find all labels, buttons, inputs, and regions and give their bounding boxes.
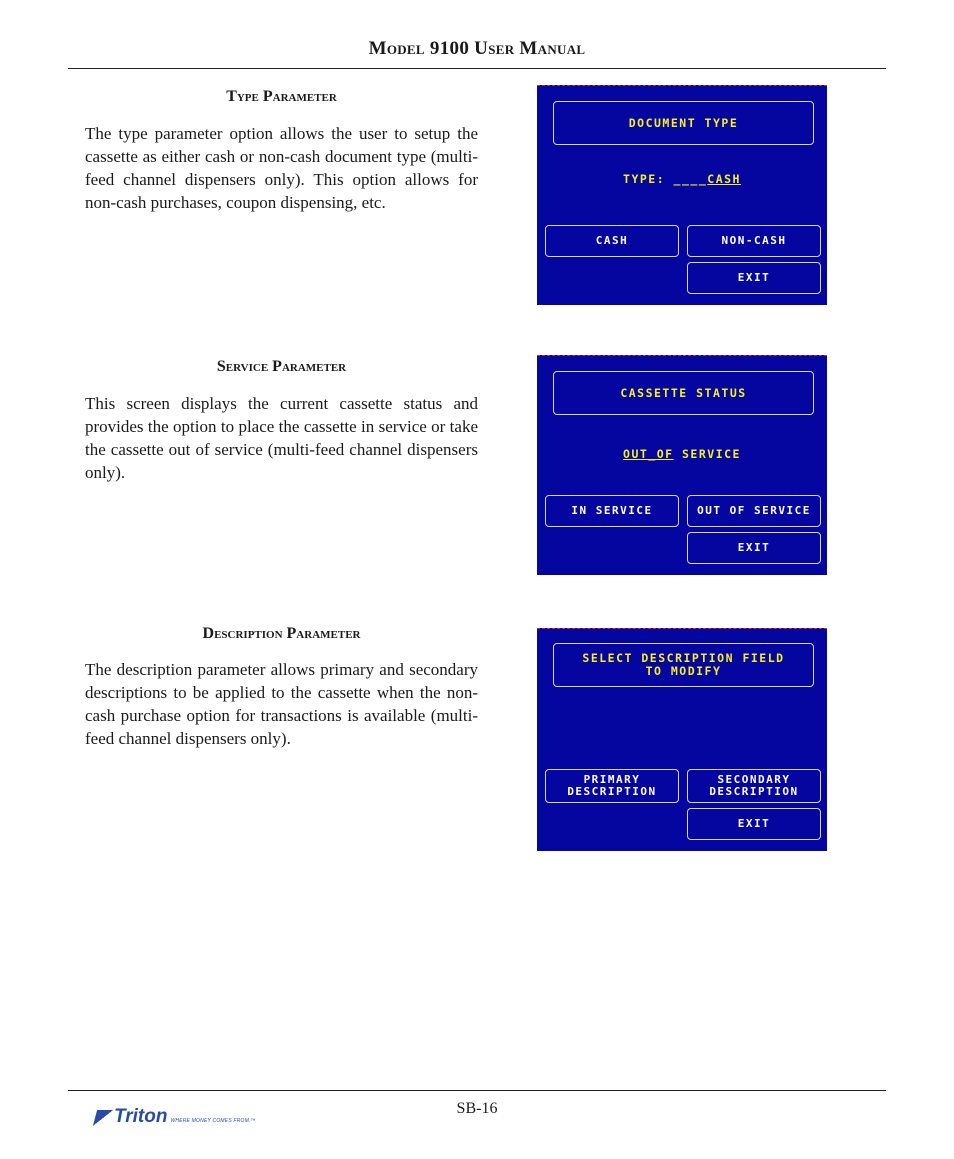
- current-status-readout: OUT_OF SERVICE: [623, 447, 741, 461]
- secondary-description-button[interactable]: SECONDARY DESCRIPTION: [687, 769, 821, 803]
- header-divider: [68, 68, 886, 69]
- atm-screen-cassette-status: CASSETTE STATUS OUT_OF SERVICE IN SERVIC…: [537, 355, 827, 575]
- in-service-button[interactable]: IN SERVICE: [545, 495, 679, 527]
- triton-logo-icon: [92, 1110, 114, 1126]
- logo-tagline: WHERE MONEY COMES FROM.™: [170, 1118, 256, 1124]
- exit-button[interactable]: EXIT: [687, 808, 821, 840]
- out-of-service-button[interactable]: OUT OF SERVICE: [687, 495, 821, 527]
- section-heading-type: Type Parameter: [226, 88, 337, 105]
- footer-divider: [68, 1090, 886, 1091]
- section-body-description: The description parameter allows primary…: [85, 660, 478, 748]
- atm-screen-document-type: DOCUMENT TYPE TYPE: ____CASH CASH NON-CA…: [537, 85, 827, 305]
- section-heading-description: Description Parameter: [202, 625, 361, 642]
- section-heading-service: Service Parameter: [216, 358, 347, 375]
- cash-button[interactable]: CASH: [545, 225, 679, 257]
- atm-screen-select-description: SELECT DESCRIPTION FIELD TO MODIFY PRIMA…: [537, 628, 827, 851]
- exit-button[interactable]: EXIT: [687, 532, 821, 564]
- screen-title: CASSETTE STATUS: [620, 385, 747, 400]
- screen-title-line-2: TO MODIFY: [645, 664, 722, 678]
- non-cash-button[interactable]: NON-CASH: [687, 225, 821, 257]
- screen-title: DOCUMENT TYPE: [628, 115, 739, 130]
- logo-wordmark: Triton: [114, 1106, 168, 1127]
- screen-title-box: CASSETTE STATUS: [553, 371, 814, 415]
- section-body-type: The type parameter option allows the use…: [85, 124, 478, 212]
- page-header-title: Model 9100 User Manual: [368, 38, 586, 59]
- screen-title-box: SELECT DESCRIPTION FIELD TO MODIFY: [553, 643, 814, 687]
- current-type-readout: TYPE: ____CASH: [623, 172, 741, 186]
- primary-description-button[interactable]: PRIMARY DESCRIPTION: [545, 769, 679, 803]
- section-body-service: This screen displays the current cassett…: [85, 394, 478, 482]
- exit-button[interactable]: EXIT: [687, 262, 821, 294]
- screen-title-box: DOCUMENT TYPE: [553, 101, 814, 145]
- triton-logo: Triton WHERE MONEY COMES FROM.™: [92, 1106, 256, 1127]
